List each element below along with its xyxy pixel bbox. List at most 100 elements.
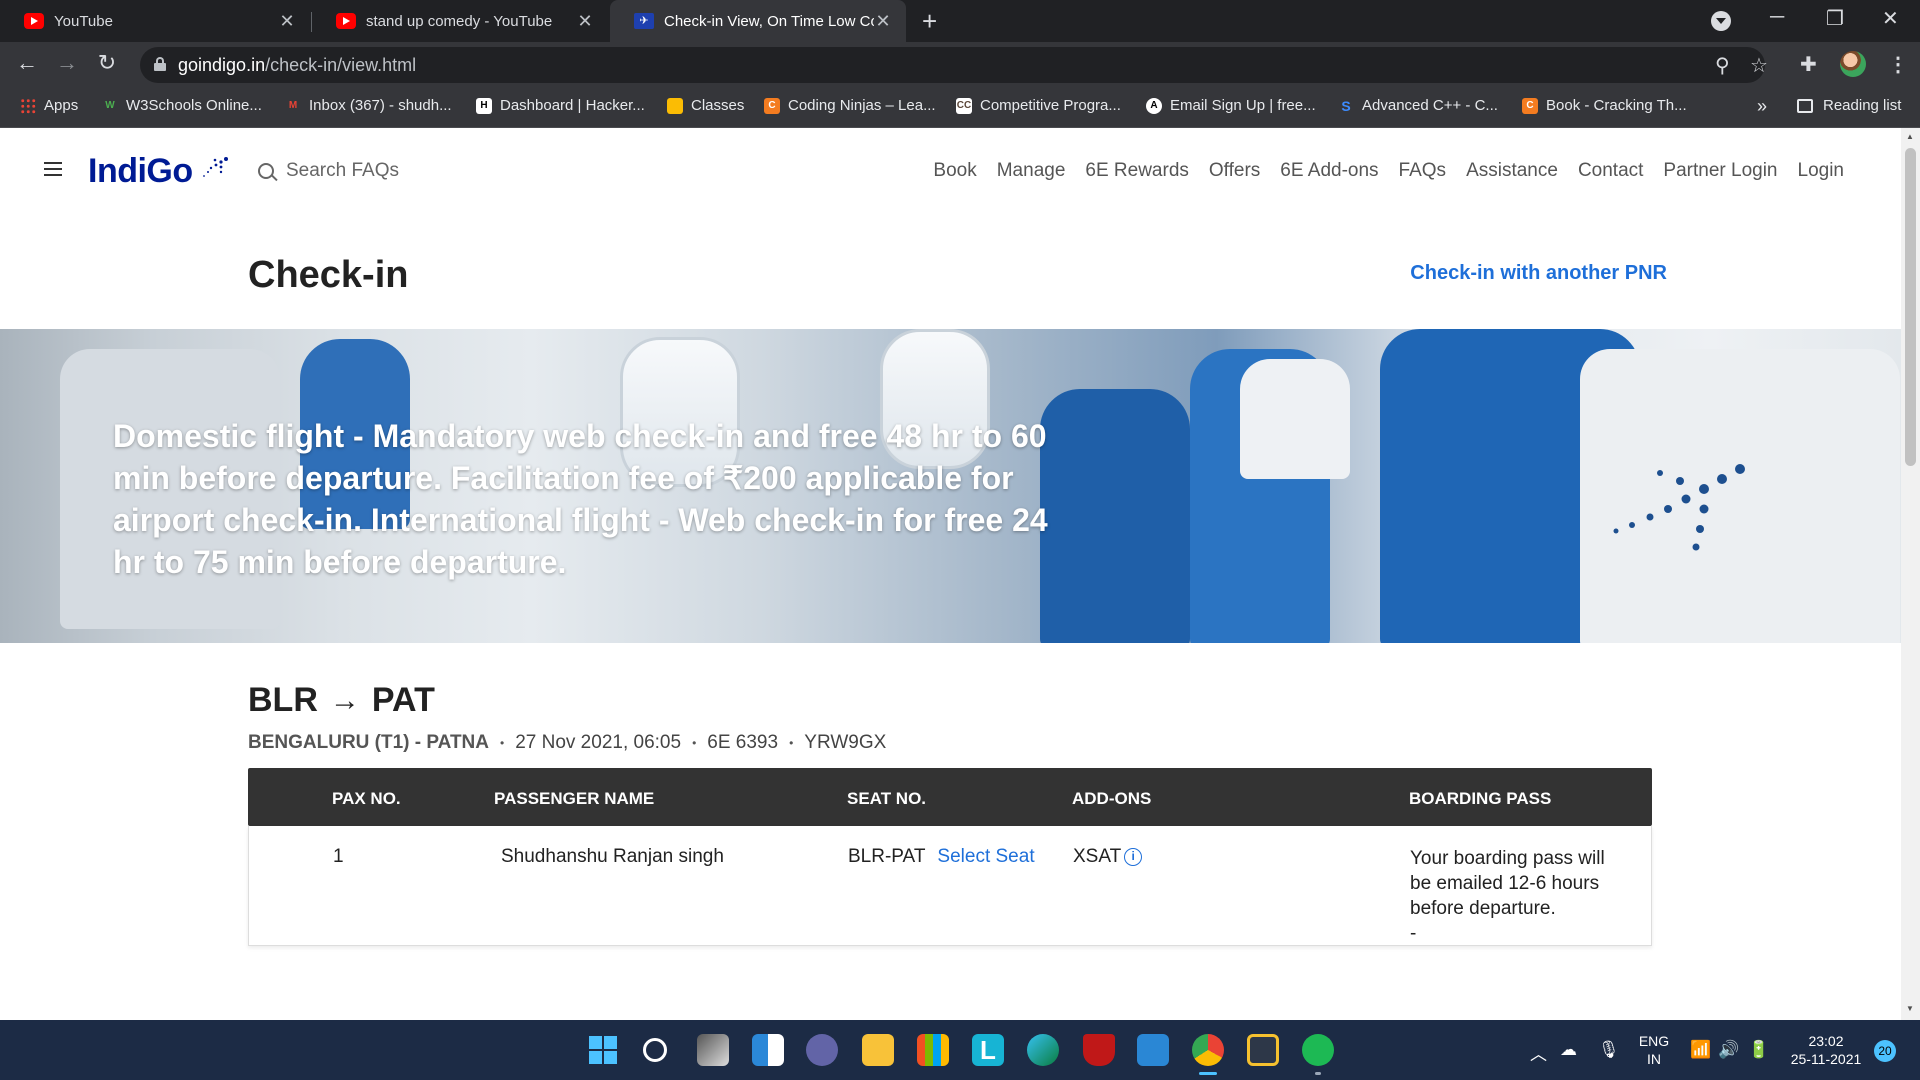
nav-login[interactable]: Login (1798, 160, 1845, 182)
separator-dot: • (692, 736, 697, 750)
bookmark-coding-ninjas[interactable]: C Coding Ninjas – Lea... (764, 97, 936, 114)
nav-6e-addons[interactable]: 6E Add-ons (1280, 160, 1378, 182)
url-text[interactable]: goindigo.in/check-in/view.html (178, 55, 416, 76)
email-icon: A (1146, 97, 1162, 114)
onedrive-cloud-icon[interactable]: ☁ (1560, 1040, 1577, 1060)
boarding-pass-note: Your boarding pass will be emailed 12-6 … (1410, 848, 1605, 919)
bookmark-email-signup[interactable]: A Email Sign Up | free... (1146, 97, 1316, 114)
search-icon[interactable] (643, 1038, 667, 1062)
page-viewport: IndiGo Search FAQs Book Manage 6E Reward… (0, 128, 1920, 1020)
s-icon: S (1341, 97, 1351, 114)
reading-list-button[interactable]: Reading list (1797, 97, 1901, 114)
spotify-icon[interactable] (1302, 1034, 1334, 1066)
forward-icon[interactable]: → (52, 50, 82, 76)
youtube-icon (24, 13, 44, 29)
lock-icon[interactable] (154, 57, 166, 71)
scroll-up-icon[interactable]: ▲ (1906, 132, 1914, 141)
volume-icon[interactable]: 🔊 (1718, 1040, 1739, 1060)
back-icon[interactable]: ← (12, 50, 42, 76)
nav-faqs[interactable]: FAQs (1399, 160, 1447, 182)
apps-grid-icon (20, 97, 36, 114)
wifi-icon[interactable]: 📶 (1690, 1040, 1711, 1060)
more-menu-icon[interactable]: ⋮ (1888, 52, 1908, 77)
flight-meta: BENGALURU (T1) - PATNA • 27 Nov 2021, 06… (248, 732, 886, 754)
header-boarding-pass: BOARDING PASS (1409, 789, 1552, 808)
tab-search-icon[interactable] (1711, 11, 1731, 31)
nav-book[interactable]: Book (933, 160, 976, 182)
destination-code: PAT (371, 681, 435, 719)
tab-standup-comedy[interactable]: stand up comedy - YouTube ✕ (312, 0, 608, 42)
flight-route: BLR → PAT (248, 681, 435, 720)
scroll-down-icon[interactable]: ▼ (1906, 1004, 1914, 1013)
chevron-up-icon[interactable]: ︿ (1530, 1040, 1547, 1065)
nav-contact[interactable]: Contact (1578, 160, 1643, 182)
bookmark-competitive-programming[interactable]: CC Competitive Progra... (956, 97, 1121, 114)
tab-title: stand up comedy - YouTube (366, 12, 553, 30)
bookmark-classes[interactable]: Classes (667, 97, 744, 114)
notification-badge[interactable]: 20 (1874, 1040, 1896, 1062)
avatar[interactable] (1840, 51, 1866, 77)
hamburger-menu-icon[interactable] (44, 162, 62, 176)
hackerrank-icon: H (476, 97, 492, 114)
page-scrollbar[interactable]: ▲ ▼ (1901, 128, 1920, 1020)
bookmark-star-icon[interactable]: ☆ (1750, 53, 1768, 78)
search-icon (258, 163, 274, 179)
browser-tab-strip: YouTube ✕ stand up comedy - YouTube ✕ ✈ … (0, 0, 1920, 42)
widgets-icon[interactable] (752, 1034, 784, 1066)
vscode-icon[interactable] (1137, 1034, 1169, 1066)
bookmark-w3schools[interactable]: W W3Schools Online... (102, 97, 262, 114)
extensions-icon[interactable]: ✚ (1800, 52, 1817, 77)
nav-assistance[interactable]: Assistance (1466, 160, 1558, 182)
bookmark-cracking-book[interactable]: C Book - Cracking Th... (1522, 97, 1687, 114)
route-arrow-icon: → (329, 683, 360, 717)
location-icon[interactable]: ⚲ (1715, 53, 1730, 78)
nav-manage[interactable]: Manage (997, 160, 1066, 182)
main-nav: Book Manage 6E Rewards Offers 6E Add-ons… (933, 160, 1844, 182)
windows-start-icon[interactable] (589, 1036, 617, 1064)
microsoft-store-icon[interactable] (917, 1034, 949, 1066)
nav-6e-rewards[interactable]: 6E Rewards (1085, 160, 1189, 182)
tab-checkin-view[interactable]: ✈ Check-in View, On Time Low Cos ✕ (610, 0, 906, 42)
task-view-icon[interactable] (697, 1034, 729, 1066)
minimize-icon[interactable]: ─ (1770, 6, 1784, 29)
browser-toolbar: ← → ↻ goindigo.in/check-in/view.html ⚲ ☆… (0, 42, 1920, 88)
bookmarks-overflow-icon[interactable]: » (1757, 96, 1767, 117)
table-header: PAX NO. PASSENGER NAME SEAT NO. ADD-ONS … (248, 768, 1652, 826)
coding-ninjas-icon: C (764, 97, 780, 114)
chrome-icon[interactable] (1192, 1034, 1224, 1066)
bookmark-gmail[interactable]: M Inbox (367) - shudh... (285, 97, 452, 114)
reload-icon[interactable]: ↻ (92, 50, 122, 76)
tool-app-icon[interactable] (1247, 1034, 1279, 1066)
bookmark-apps[interactable]: Apps (20, 97, 78, 114)
file-explorer-icon[interactable] (862, 1034, 894, 1066)
info-icon[interactable]: i (1124, 848, 1143, 866)
tab-youtube[interactable]: YouTube ✕ (0, 0, 310, 42)
mcafee-icon[interactable] (1083, 1034, 1115, 1066)
teams-chat-icon[interactable] (806, 1034, 838, 1066)
scrollbar-thumb[interactable] (1905, 148, 1916, 466)
close-icon[interactable]: ✕ (874, 11, 892, 32)
close-icon[interactable]: ✕ (576, 11, 594, 32)
select-seat-link[interactable]: Select Seat (937, 846, 1034, 867)
address-bar[interactable]: goindigo.in/check-in/view.html ⚲ ☆ (140, 47, 1768, 83)
edge-icon[interactable] (1027, 1034, 1059, 1066)
codechef-icon: CC (956, 97, 972, 114)
checkin-another-pnr-link[interactable]: Check-in with another PNR (1410, 262, 1667, 285)
microphone-icon[interactable]: 🎙 (1598, 1040, 1620, 1060)
restore-icon[interactable]: ❐ (1826, 6, 1844, 31)
header-seat-no: SEAT NO. (847, 789, 927, 808)
bookmark-advanced-cpp[interactable]: S Advanced C++ - C... (1338, 97, 1498, 114)
w3schools-icon: W (105, 99, 115, 111)
new-tab-button[interactable]: + (922, 6, 937, 37)
bookmark-hackerrank[interactable]: H Dashboard | Hacker... (476, 97, 645, 114)
battery-icon[interactable]: 🔋 (1748, 1040, 1769, 1060)
nav-partner-login[interactable]: Partner Login (1663, 160, 1777, 182)
faq-search[interactable]: Search FAQs (258, 160, 399, 182)
clock[interactable]: 23:02 25-11-2021 (1786, 1032, 1866, 1068)
window-close-icon[interactable]: ✕ (1882, 6, 1899, 31)
language-indicator[interactable]: ENG IN (1636, 1032, 1672, 1068)
nav-offers[interactable]: Offers (1209, 160, 1260, 182)
indigo-logo[interactable]: IndiGo (88, 152, 193, 191)
close-icon[interactable]: ✕ (278, 11, 296, 32)
l-app-icon[interactable]: L (972, 1034, 1004, 1066)
